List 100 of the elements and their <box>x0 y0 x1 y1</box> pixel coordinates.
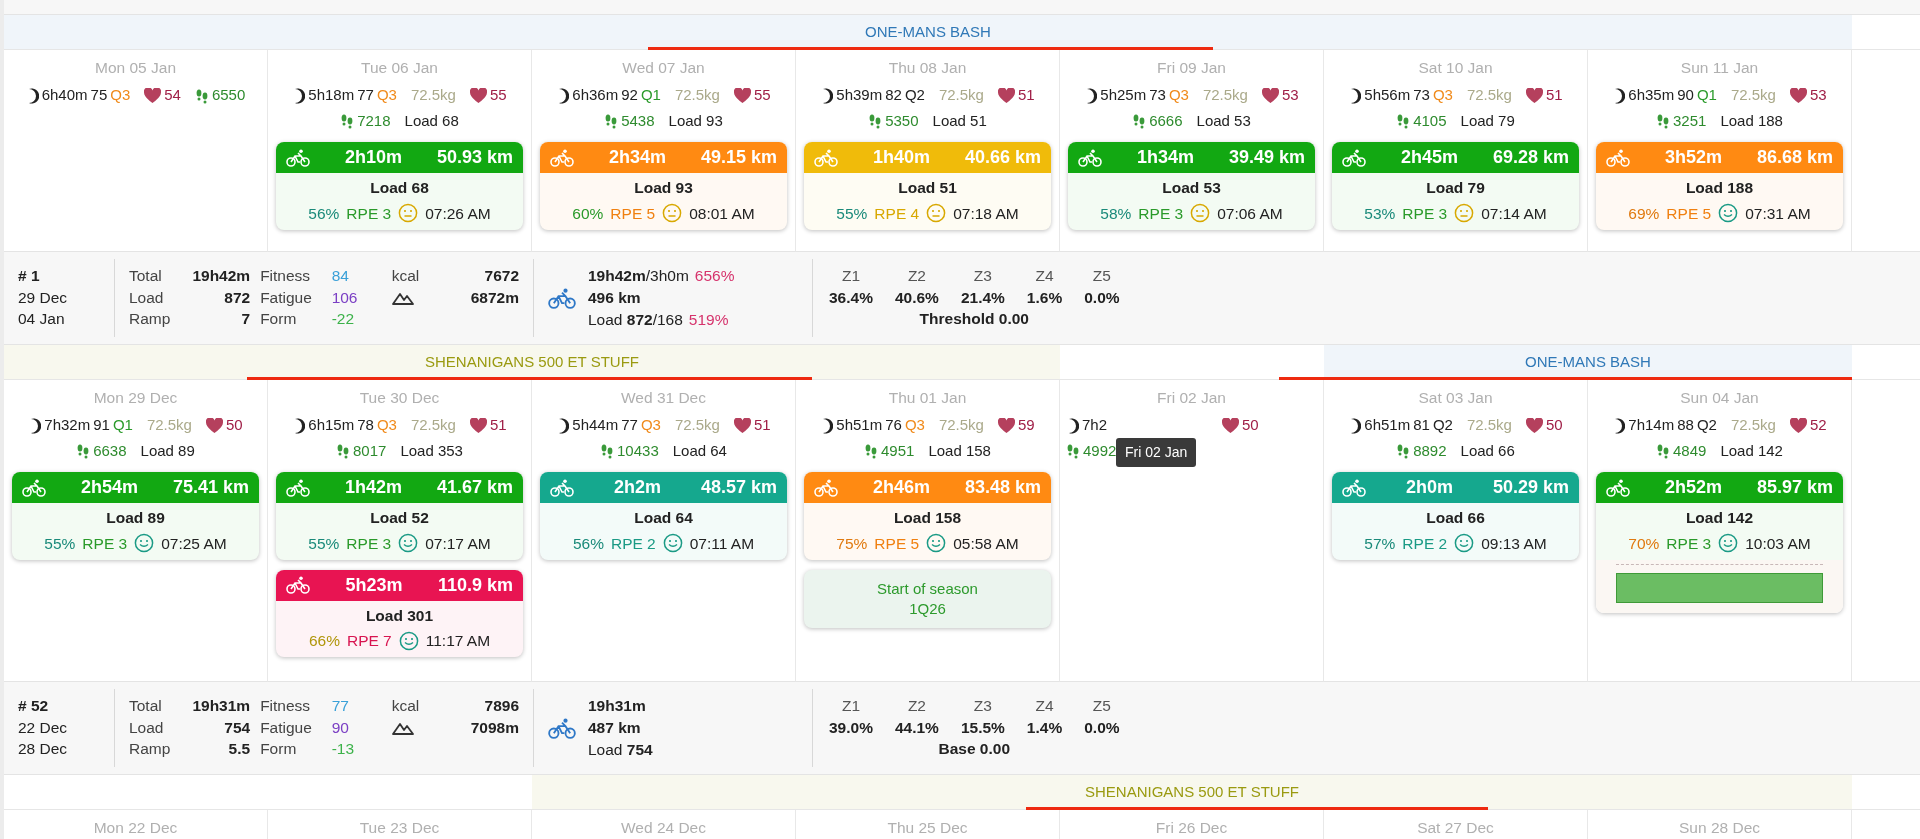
day-load: Load 53 <box>1196 110 1251 131</box>
day-date: Fri 02 Jan <box>1156 388 1227 408</box>
sleep-score: 73 <box>1149 85 1166 106</box>
bicycle-icon <box>1342 478 1366 497</box>
activity-duration: 5h23m <box>344 573 404 597</box>
intensity-percent: 55% <box>308 533 340 554</box>
week-number: # 52 <box>18 697 50 716</box>
resting-heart-rate: 55 <box>753 85 771 106</box>
ride-percent: 519% <box>688 310 729 328</box>
activity-distance: 48.57 km <box>700 476 777 500</box>
intensity-percent: 55% <box>44 533 76 554</box>
start-time: 07:14 AM <box>1481 203 1547 224</box>
note-text: 1Q26 <box>908 599 947 619</box>
sleep-duration: 5h25m <box>1100 85 1147 106</box>
stat-label: Load <box>129 288 165 308</box>
activity-duration: 1h34m <box>1135 146 1195 170</box>
tooltip: Fri 02 Jan <box>1116 438 1197 467</box>
intensity-percent: 58% <box>1100 203 1132 224</box>
step-count: 6638 <box>93 440 127 461</box>
elevation-value: 7098m <box>469 718 519 738</box>
ride-total: 19h31m <box>588 697 646 715</box>
mountain-icon <box>391 721 414 735</box>
footprints-icon <box>1396 113 1411 129</box>
sleep-duration: 6h15m <box>308 415 355 436</box>
sleep-score: 78 <box>357 415 374 436</box>
footprints-icon <box>1396 443 1411 459</box>
day-date: Thu 08 Jan <box>887 58 968 78</box>
day-date: Sun 11 Jan <box>1679 58 1760 78</box>
intensity-percent: 56% <box>308 203 340 224</box>
stat-value: 754 <box>223 718 251 738</box>
activity-load: Load 142 <box>1684 508 1755 529</box>
body-weight: 72.5kg <box>410 85 456 106</box>
heart-icon <box>1525 88 1543 103</box>
sleep-duration: 5h39m <box>836 85 883 106</box>
day-load: Load 353 <box>400 440 463 461</box>
stat-label: Fitness <box>260 697 312 716</box>
day-load: Load 68 <box>404 110 459 131</box>
day-date: Wed 07 Jan <box>621 58 706 78</box>
note-text: Start of season <box>876 578 979 599</box>
step-count: 8017 <box>353 440 387 461</box>
stat-value: 77 <box>331 697 350 716</box>
start-time: 09:13 AM <box>1481 533 1547 554</box>
sleep-duration: 5h18m <box>308 85 355 106</box>
sleep-score: 81 <box>1413 415 1430 436</box>
stat-label: kcal <box>391 697 421 716</box>
stat-label: Fitness <box>260 267 312 286</box>
stat-label: Form <box>260 310 298 329</box>
footprints-icon <box>604 113 619 129</box>
activity-load: Load 66 <box>1425 508 1486 529</box>
stat-label: Ramp <box>129 310 172 329</box>
activity-duration: 3h52m <box>1663 146 1723 170</box>
resting-heart-rate: 54 <box>164 85 181 106</box>
zone-label: Z5 <box>1091 697 1112 716</box>
heart-icon <box>1525 418 1543 433</box>
heart-icon <box>205 418 223 433</box>
sleep-duration: 6h51m <box>1364 415 1411 436</box>
calories-value: 7896 <box>483 697 519 716</box>
intensity-percent: 55% <box>836 203 868 224</box>
day-load: Load 64 <box>672 440 727 461</box>
rpe-value: RPE 3 <box>346 533 392 554</box>
heart-icon <box>1789 88 1807 103</box>
sleep-quality: Q2 <box>1696 415 1717 436</box>
footprints-icon <box>868 113 883 129</box>
sleep-duration: 7h2 <box>1082 415 1108 436</box>
activity-load: Load 301 <box>364 605 435 626</box>
zone-label: Z3 <box>972 267 993 286</box>
sleep-score: 77 <box>357 85 374 106</box>
intensity-percent: 57% <box>1364 533 1396 554</box>
week-end-date: 28 Dec <box>18 740 69 759</box>
activity-load: Load 89 <box>105 508 166 529</box>
rpe-value: RPE 5 <box>610 203 656 224</box>
start-time: 05:58 AM <box>953 533 1019 554</box>
zone-percent: 15.5% <box>960 718 1005 738</box>
sleep-duration: 6h36m <box>572 85 619 106</box>
sleep-quality: Q3 <box>1168 85 1189 106</box>
resting-heart-rate: 53 <box>1281 85 1299 106</box>
day-load: Load 51 <box>932 110 987 131</box>
start-time: 07:31 AM <box>1745 203 1811 224</box>
bicycle-icon <box>1606 148 1630 167</box>
activity-load: Load 79 <box>1425 178 1486 199</box>
step-count: 4849 <box>1673 440 1707 461</box>
stat-value: -13 <box>331 740 356 759</box>
step-count: 4992 <box>1083 440 1117 461</box>
activity-distance: 39.49 km <box>1228 146 1305 170</box>
sleep-duration: 6h35m <box>1628 85 1675 106</box>
sleep-quality: Q3 <box>376 85 397 106</box>
heart-icon <box>997 418 1015 433</box>
start-time: 07:18 AM <box>953 203 1019 224</box>
step-count: 5438 <box>621 110 655 131</box>
sleep-score: 77 <box>621 415 638 436</box>
activity-load: Load 64 <box>633 508 694 529</box>
rpe-value: RPE 7 <box>346 631 392 651</box>
zone-percent: 36.4% <box>829 288 873 308</box>
day-load: Load 89 <box>140 440 195 461</box>
activity-card[interactable]: 2h52m 85.97 km Load 142 70% RPE 3 10:03 AM <box>1596 472 1843 613</box>
zone-percent: 21.4% <box>960 288 1005 308</box>
activity-duration: 2h0m <box>1404 476 1454 500</box>
body-weight: 72.5kg <box>146 415 192 436</box>
sleep-score: 90 <box>1677 85 1694 106</box>
day-load: Load 93 <box>668 110 723 131</box>
